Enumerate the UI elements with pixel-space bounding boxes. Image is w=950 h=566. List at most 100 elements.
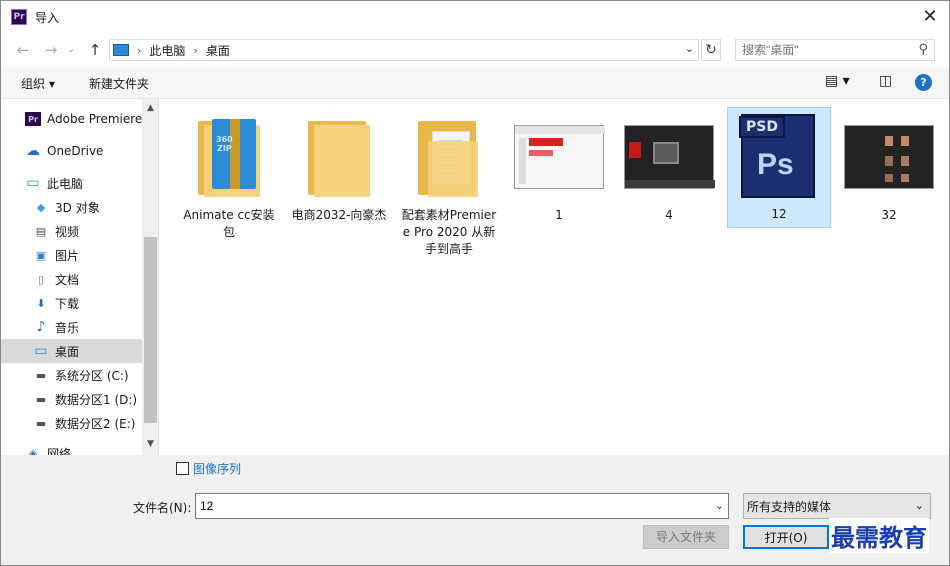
scrollbar-thumb[interactable]: [144, 237, 157, 423]
close-icon[interactable]: ✕: [919, 6, 941, 28]
zip-folder-icon: 360 ZIP: [198, 117, 260, 197]
sidebar-item-label: 音乐: [55, 320, 80, 335]
preview-pane-icon[interactable]: ◫: [879, 73, 892, 89]
breadcrumb-separator: ›: [193, 43, 198, 57]
filename-input[interactable]: [200, 499, 700, 513]
cube-icon: ◆: [36, 200, 46, 214]
new-folder-button[interactable]: 新建文件夹: [89, 75, 149, 92]
drive-icon: ▬: [35, 392, 47, 406]
desktop-icon: ▭: [34, 343, 48, 359]
sidebar-item-label: 数据分区2 (E:): [55, 416, 136, 431]
computer-icon: [113, 44, 129, 56]
sidebar-item-this-pc[interactable]: ▭ 此电脑: [25, 171, 158, 195]
sidebar-item-label: 此电脑: [47, 176, 84, 191]
up-arrow-icon[interactable]: ↑: [85, 41, 105, 59]
chevron-down-icon[interactable]: ⌄: [715, 499, 724, 512]
music-note-icon: ♪: [36, 319, 46, 335]
premiere-app-icon: Pr: [11, 9, 27, 25]
scroll-down-icon[interactable]: ▼: [142, 439, 158, 449]
filename-combobox[interactable]: ⌄: [195, 493, 729, 519]
file-item-label: 4: [665, 208, 673, 222]
file-item-32[interactable]: 32: [837, 109, 941, 228]
sidebar-item-videos[interactable]: ▤ 视频: [33, 219, 158, 243]
file-item-ecommerce[interactable]: 电商2032-向豪杰: [287, 109, 391, 228]
psd-badge: PSD: [739, 116, 785, 138]
chevron-down-icon[interactable]: ⌄: [915, 499, 924, 512]
import-dialog: Pr 导入 ✕ ← → ⌄ ↑ › 此电脑 › 桌面 ⌄ ↻ ⚲ 组织 ▾ 新建…: [0, 0, 950, 566]
sidebar-item-desktop[interactable]: ▭ 桌面: [1, 339, 142, 363]
file-item-4[interactable]: 4: [617, 109, 721, 228]
window-title: 导入: [35, 10, 60, 25]
sidebar-item-adobe-premiere[interactable]: Pr Adobe Premiere: [25, 107, 158, 131]
network-icon: ◈: [28, 446, 38, 456]
address-bar[interactable]: › 此电脑 › 桌面 ⌄: [109, 39, 699, 61]
file-item-label: 配套素材Premiere Pro 2020 从新手到高手: [401, 208, 497, 256]
scroll-up-icon[interactable]: ▲: [142, 103, 158, 113]
help-icon[interactable]: ?: [915, 74, 932, 91]
sidebar-item-onedrive[interactable]: ☁ OneDrive: [25, 139, 158, 163]
import-folder-button[interactable]: 导入文件夹: [643, 525, 729, 549]
watermark-logo: 最需教育: [829, 518, 929, 553]
recent-dropdown-icon[interactable]: ⌄: [61, 41, 81, 59]
file-item-label: Animate cc安装包: [183, 208, 275, 239]
computer-icon: ▭: [26, 175, 40, 191]
sidebar-item-documents[interactable]: ▯ 文档: [33, 267, 158, 291]
sidebar-item-label: 文档: [55, 272, 80, 287]
search-input[interactable]: [742, 43, 912, 57]
toolbar: 组织 ▾ 新建文件夹 ▤ ▾ ◫ ?: [1, 67, 949, 99]
refresh-icon[interactable]: ↻: [701, 39, 721, 61]
organize-button[interactable]: 组织 ▾: [21, 75, 55, 92]
sidebar-item-label: 桌面: [55, 344, 80, 359]
view-options-icon[interactable]: ▤ ▾: [825, 73, 850, 89]
photoshop-file-icon: PSD Ps: [739, 112, 819, 200]
navigation-pane: Pr Adobe Premiere ☁ OneDrive ▭ 此电脑 ◆ 3D …: [1, 99, 159, 455]
chevron-down-icon[interactable]: ⌄: [685, 42, 694, 55]
search-icon[interactable]: ⚲: [918, 42, 928, 57]
file-item-label: 电商2032-向豪杰: [291, 208, 387, 222]
premiere-icon: Pr: [25, 112, 41, 126]
sidebar-item-pictures[interactable]: ▣ 图片: [33, 243, 158, 267]
forward-arrow-icon[interactable]: →: [41, 41, 61, 59]
filename-label: 文件名(N):: [133, 501, 192, 515]
breadcrumb-desktop[interactable]: 桌面: [206, 42, 230, 59]
drive-icon: ▬: [35, 368, 47, 382]
image-sequence-checkbox[interactable]: [176, 462, 189, 475]
filetype-select[interactable]: 所有支持的媒体 ⌄: [743, 493, 931, 519]
file-item-12[interactable]: PSD Ps 12: [727, 107, 831, 228]
film-icon: ▤: [35, 224, 47, 238]
sidebar-item-label: 下载: [55, 296, 80, 311]
sidebar-item-music[interactable]: ♪ 音乐: [33, 315, 158, 339]
image-sequence-label[interactable]: 图像序列: [193, 460, 241, 477]
sidebar-item-label: 网络: [47, 446, 72, 456]
file-item-animate[interactable]: 360 ZIP Animate cc安装包: [177, 109, 281, 245]
sidebar-item-label: OneDrive: [47, 144, 104, 158]
file-item-label: 12: [771, 207, 787, 221]
open-button[interactable]: 打开(O): [743, 525, 829, 549]
sidebar-item-label: 数据分区1 (D:): [55, 392, 138, 407]
sidebar-item-drive-d[interactable]: ▬ 数据分区1 (D:): [33, 387, 158, 411]
picture-icon: ▣: [35, 248, 47, 262]
sidebar-scrollbar[interactable]: ▲ ▼: [142, 99, 158, 455]
image-thumbnail: [514, 125, 605, 189]
photoshop-logo: Ps: [757, 148, 794, 181]
sidebar-item-label: Adobe Premiere: [47, 112, 143, 126]
sidebar-item-drive-c[interactable]: ▬ 系统分区 (C:): [33, 363, 158, 387]
sidebar-item-network[interactable]: ◈ 网络: [25, 441, 158, 456]
cloud-icon: ☁: [26, 143, 40, 159]
sidebar-item-downloads[interactable]: ⬇ 下载: [33, 291, 158, 315]
sidebar-item-label: 图片: [55, 248, 80, 263]
folder-icon: [308, 117, 370, 197]
filetype-value: 所有支持的媒体: [747, 499, 832, 514]
back-arrow-icon[interactable]: ←: [13, 41, 33, 59]
sidebar-item-label: 3D 对象: [55, 200, 100, 215]
file-item-materials[interactable]: 配套素材Premiere Pro 2020 从新手到高手: [397, 109, 501, 262]
search-box[interactable]: ⚲: [735, 39, 935, 61]
sidebar-item-3d-objects[interactable]: ◆ 3D 对象: [33, 195, 158, 219]
sidebar-item-drive-e[interactable]: ▬ 数据分区2 (E:): [33, 411, 158, 435]
file-item-1[interactable]: 1: [507, 109, 611, 228]
breadcrumb-this-pc[interactable]: 此电脑: [149, 42, 185, 59]
sidebar-item-label: 视频: [55, 224, 80, 239]
download-icon: ⬇: [36, 296, 46, 310]
image-thumbnail: [624, 125, 715, 189]
title-bar: Pr 导入 ✕: [1, 1, 949, 33]
